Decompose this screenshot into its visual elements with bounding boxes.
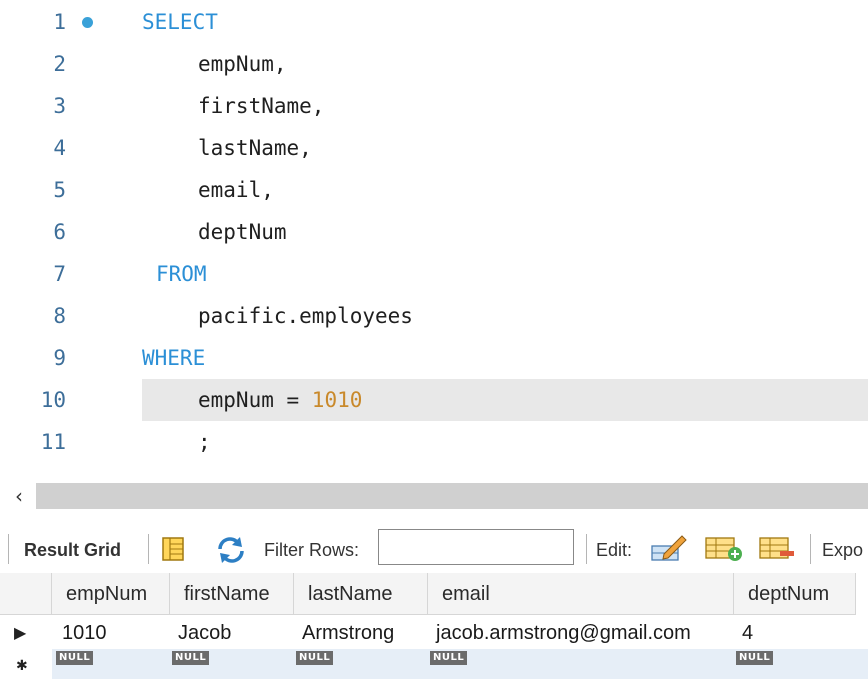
column-header-deptnum[interactable]: deptNum bbox=[734, 573, 856, 615]
line-number: 1 bbox=[53, 10, 66, 34]
editor-line[interactable]: 10 empNum = 1010 bbox=[0, 379, 868, 422]
cell-deptnum[interactable]: 4 bbox=[742, 622, 753, 645]
export-button[interactable]: Expo bbox=[822, 540, 863, 561]
grid-form-toggle-icon[interactable] bbox=[160, 535, 188, 568]
editor-line[interactable]: 3 firstName, bbox=[0, 86, 868, 128]
code-text: empNum, bbox=[198, 52, 287, 76]
column-header-email[interactable]: email bbox=[428, 573, 734, 615]
line-number: 6 bbox=[53, 220, 66, 244]
line-number: 2 bbox=[53, 52, 66, 76]
toolbar-separator bbox=[148, 534, 149, 564]
edit-label: Edit: bbox=[596, 540, 633, 560]
sql-editor[interactable]: 1 SELECT 2 empNum, 3 firstName, 4 lastName, 5 ema… bbox=[0, 0, 868, 478]
null-badge: NULL bbox=[172, 651, 210, 665]
result-grid[interactable]: empNum firstName lastName email deptNum … bbox=[0, 573, 868, 692]
editor-line[interactable]: 9 WHERE bbox=[0, 338, 868, 380]
line-number: 4 bbox=[53, 136, 66, 160]
code-text: WHERE bbox=[142, 346, 205, 370]
code-text: firstName, bbox=[198, 94, 324, 118]
code-text: pacific.employees bbox=[198, 304, 413, 328]
line-number: 8 bbox=[53, 304, 66, 328]
scrollbar-track[interactable] bbox=[36, 483, 868, 509]
editor-line[interactable]: 7 FROM bbox=[0, 254, 868, 296]
refresh-icon[interactable] bbox=[214, 535, 248, 570]
editor-line[interactable]: 1 SELECT bbox=[0, 2, 868, 44]
editor-line[interactable]: 2 empNum, bbox=[0, 44, 868, 86]
filter-rows-label: Filter Rows: bbox=[264, 540, 360, 560]
code-text: ; bbox=[198, 430, 211, 454]
toolbar-separator bbox=[586, 534, 587, 564]
toolbar-separator bbox=[810, 534, 811, 564]
sql-token: firstName, bbox=[198, 94, 325, 118]
editor-line[interactable]: 4 lastName, bbox=[0, 128, 868, 170]
column-header-lastname[interactable]: lastName bbox=[294, 573, 428, 615]
sql-token: email, bbox=[198, 178, 274, 202]
sql-token: deptNum bbox=[198, 220, 287, 244]
code-text: email, bbox=[198, 178, 274, 202]
editor-horizontal-scrollbar[interactable]: ‹ bbox=[0, 479, 868, 513]
line-number: 7 bbox=[53, 262, 66, 286]
null-badge: NULL bbox=[736, 651, 774, 665]
editor-line[interactable]: 6 deptNum bbox=[0, 212, 868, 254]
cell-empnum[interactable]: 1010 bbox=[62, 622, 107, 645]
null-badge: NULL bbox=[430, 651, 468, 665]
result-toolbar: Result Grid Filter Rows: Edit: Expo bbox=[0, 526, 868, 572]
column-header-firstname[interactable]: firstName bbox=[170, 573, 294, 615]
row-header-corner bbox=[0, 573, 52, 615]
current-row-marker-icon: ▶ bbox=[14, 625, 27, 642]
code-text: lastName, bbox=[198, 136, 312, 160]
filter-rows-input[interactable] bbox=[378, 529, 574, 565]
line-number: 9 bbox=[53, 346, 66, 370]
sql-token: empNum = bbox=[198, 388, 312, 412]
sql-token: pacific.employees bbox=[198, 304, 413, 328]
code-text: deptNum bbox=[198, 220, 287, 244]
cell-firstname[interactable]: Jacob bbox=[178, 622, 231, 645]
insert-row-icon[interactable] bbox=[704, 532, 744, 569]
code-text: FROM bbox=[156, 262, 207, 286]
column-header-empnum[interactable]: empNum bbox=[52, 573, 170, 615]
line-number: 11 bbox=[40, 430, 66, 454]
new-row-marker-icon: ✱ bbox=[16, 657, 28, 673]
code-text: empNum = 1010 bbox=[198, 388, 362, 412]
cell-email[interactable]: jacob.armstrong@gmail.com bbox=[436, 622, 691, 645]
edit-pencil-icon[interactable] bbox=[650, 532, 688, 569]
sql-keyword: WHERE bbox=[142, 346, 206, 370]
line-number: 10 bbox=[40, 388, 66, 412]
cell-lastname[interactable]: Armstrong bbox=[302, 622, 394, 645]
statement-marker-icon bbox=[82, 17, 93, 28]
editor-line[interactable]: 11; bbox=[0, 422, 868, 464]
sql-token: empNum, bbox=[198, 52, 287, 76]
sql-keyword: SELECT bbox=[142, 10, 218, 34]
result-grid-tab[interactable]: Result Grid bbox=[24, 540, 121, 561]
sql-token: ; bbox=[198, 430, 211, 454]
sql-number: 1010 bbox=[311, 388, 363, 412]
scroll-left-arrow-icon[interactable]: ‹ bbox=[6, 481, 32, 511]
delete-row-icon[interactable] bbox=[758, 532, 798, 569]
line-number: 5 bbox=[53, 178, 66, 202]
null-badge: NULL bbox=[56, 651, 94, 665]
editor-line[interactable]: 8 pacific.employees bbox=[0, 296, 868, 338]
null-badge: NULL bbox=[296, 651, 334, 665]
code-text: SELECT bbox=[142, 10, 218, 34]
toolbar-separator bbox=[8, 534, 9, 564]
sql-token: lastName, bbox=[198, 136, 312, 160]
sql-keyword: FROM bbox=[156, 262, 207, 286]
editor-line[interactable]: 5 email, bbox=[0, 170, 868, 212]
line-number: 3 bbox=[53, 94, 66, 118]
